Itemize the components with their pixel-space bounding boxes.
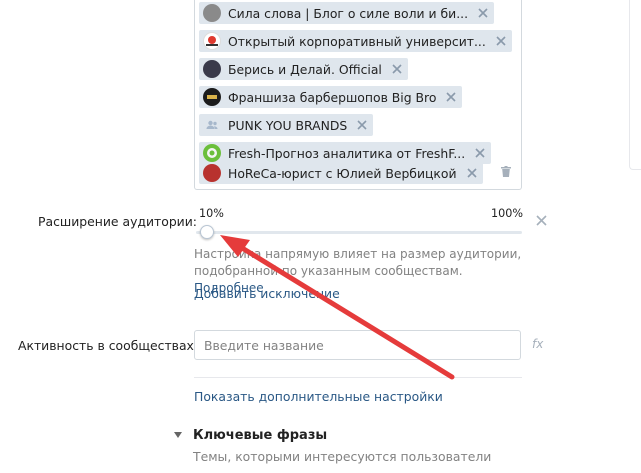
community-tag: Франшиза барбершопов Big Bro xyxy=(199,86,463,108)
community-tag: Fresh-Прогноз аналитика от FreshF... xyxy=(199,142,492,164)
slider-min-label: 10% xyxy=(199,207,224,220)
divider xyxy=(194,377,522,378)
remove-tag-icon[interactable] xyxy=(475,148,485,158)
hint-text: Настройка напрямую влияет на размер ауди… xyxy=(194,247,522,278)
key-phrases-description: Темы, которыми интересуются пользователи xyxy=(193,449,492,464)
fresh-logo-icon xyxy=(203,144,221,162)
audience-expansion-label: Расширение аудитории: xyxy=(38,214,197,229)
community-tag-label: HoReCa-юрист с Юлией Вербицкой xyxy=(228,165,457,181)
community-tag-label: Сила слова | Блог о силе воли и би... xyxy=(228,5,469,21)
community-activity-label: Активность в сообществах: xyxy=(18,338,199,353)
community-tag: Берись и Делай. Official xyxy=(199,58,408,80)
audience-slider-handle[interactable] xyxy=(200,225,214,239)
community-avatar-icon xyxy=(203,4,221,22)
right-panel-edge xyxy=(629,0,641,170)
community-avatar-icon xyxy=(203,164,221,182)
close-icon[interactable] xyxy=(536,215,547,226)
community-tag: HoReCa-юрист с Юлией Вербицкой xyxy=(199,162,483,184)
show-more-settings-link[interactable]: Показать дополнительные настройки xyxy=(194,389,443,404)
community-tag-label: Открытый корпоративный университ... xyxy=(228,33,486,49)
community-tag: Сила слова | Блог о силе воли и би... xyxy=(199,2,495,24)
selected-communities-box: Сила слова | Блог о силе воли и би... От… xyxy=(194,0,522,190)
community-activity-input[interactable] xyxy=(194,330,521,360)
key-phrases-title[interactable]: Ключевые фразы xyxy=(193,428,327,443)
remove-tag-icon[interactable] xyxy=(357,120,367,130)
community-tag-label: Франшиза барбершопов Big Bro xyxy=(228,89,437,105)
trash-icon[interactable] xyxy=(501,166,511,177)
remove-tag-icon[interactable] xyxy=(466,168,477,178)
remove-tag-icon[interactable] xyxy=(446,92,457,102)
default-group-icon xyxy=(203,116,221,134)
chevron-down-icon[interactable] xyxy=(174,432,182,438)
community-tag: PUNK YOU BRANDS xyxy=(199,114,374,136)
community-tag-label: PUNK YOU BRANDS xyxy=(228,117,348,133)
slider-max-label: 100% xyxy=(491,207,523,220)
big-bro-logo-icon xyxy=(203,88,221,106)
remove-tag-icon[interactable] xyxy=(496,36,506,46)
community-tag-label: Берись и Делай. Official xyxy=(228,61,382,77)
remove-tag-icon[interactable] xyxy=(478,8,488,18)
remove-tag-icon[interactable] xyxy=(392,64,402,74)
fx-icon[interactable]: fx xyxy=(532,337,543,351)
audience-slider-track[interactable] xyxy=(196,231,522,234)
add-exclusion-link[interactable]: Добавить исключение xyxy=(194,286,340,301)
community-tag: Открытый корпоративный университ... xyxy=(199,30,512,52)
community-avatar-icon xyxy=(203,60,221,78)
community-tag-label: Fresh-Прогноз аналитика от FreshF... xyxy=(228,145,466,161)
sfera-logo-icon xyxy=(203,32,221,50)
